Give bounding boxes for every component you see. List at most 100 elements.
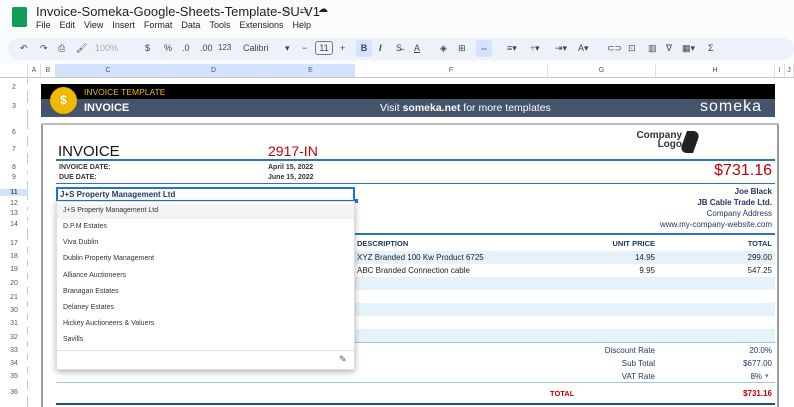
column-header-c[interactable]: C — [56, 64, 161, 78]
invoice-number[interactable]: 2917-IN — [268, 143, 318, 159]
row-header[interactable]: 33 — [0, 347, 28, 354]
row-header[interactable]: 14 — [0, 221, 28, 228]
percent-button[interactable]: % — [164, 43, 172, 53]
chart-icon[interactable]: ▥ — [648, 43, 657, 54]
row-header[interactable]: 31 — [0, 320, 28, 327]
menu-edit[interactable]: Edit — [60, 20, 76, 30]
item-total[interactable]: 299.00 — [680, 253, 772, 262]
text-wrap-icon[interactable]: ⇥▾ — [555, 43, 567, 54]
column-header-b[interactable]: B — [41, 64, 56, 78]
column-header-j[interactable]: J — [785, 64, 794, 78]
discount-rate-value[interactable]: 20.0% — [680, 346, 772, 355]
redo-icon[interactable]: ↷ — [40, 43, 48, 54]
strikethrough-icon[interactable]: S̶ — [396, 43, 402, 53]
sheets-logo-icon[interactable] — [12, 7, 27, 27]
select-all-corner[interactable] — [0, 64, 28, 78]
contact-website[interactable]: www.my-company-website.com — [600, 220, 772, 229]
column-header-a[interactable]: A — [28, 64, 41, 78]
row-header[interactable]: 18 — [0, 253, 28, 260]
menu-format[interactable]: Format — [144, 20, 173, 30]
row-header[interactable]: 36 — [0, 389, 28, 396]
cloud-status-icon[interactable]: ☁ — [318, 4, 328, 15]
column-header-e[interactable]: E — [267, 64, 355, 78]
dropdown-option[interactable]: Savills — [63, 336, 83, 343]
chevron-down-icon[interactable]: ▾ — [765, 372, 769, 380]
fill-color-icon[interactable]: ◈ — [440, 43, 447, 54]
dropdown-option[interactable]: D.P.M Estates — [63, 223, 107, 230]
increase-decimal-button[interactable]: .00 — [200, 43, 213, 53]
item-unit-price[interactable]: 9.95 — [560, 266, 655, 275]
text-rotation-icon[interactable]: A▾ — [578, 43, 589, 54]
borders-icon[interactable]: ⊞ — [458, 43, 466, 54]
item-description[interactable]: XYZ Branded 100 Kw Product 6725 — [357, 253, 484, 262]
edit-pencil-icon[interactable]: ✎ — [339, 354, 347, 365]
dropdown-option[interactable]: Dublin Property Management — [63, 255, 154, 262]
row-header[interactable]: 32 — [0, 334, 28, 341]
decrease-decimal-button[interactable]: .0 — [182, 43, 190, 53]
text-color-icon[interactable]: A — [414, 43, 420, 53]
column-header-g[interactable]: G — [548, 64, 656, 78]
menu-view[interactable]: View — [84, 20, 103, 30]
menu-insert[interactable]: Insert — [112, 20, 135, 30]
functions-button[interactable]: Σ — [708, 43, 714, 53]
column-header-h[interactable]: H — [656, 64, 775, 78]
menu-extensions[interactable]: Extensions — [239, 20, 283, 30]
column-header-i[interactable]: I — [775, 64, 785, 78]
menu-tools[interactable]: Tools — [209, 20, 230, 30]
due-date-value[interactable]: June 15, 2022 — [268, 174, 314, 181]
move-folder-icon[interactable]: ▭ — [300, 5, 309, 16]
menu-help[interactable]: Help — [292, 20, 311, 30]
comment-icon[interactable]: ⊡ — [628, 43, 636, 54]
vat-rate-select[interactable]: 8% — [680, 372, 762, 381]
row-header[interactable]: 3 — [0, 103, 28, 110]
row-header[interactable]: 21 — [0, 294, 28, 301]
row-header[interactable]: 13 — [0, 210, 28, 217]
paint-format-icon[interactable]: 🖌 — [76, 43, 87, 54]
row-header[interactable]: 20 — [0, 280, 28, 287]
bold-button[interactable]: B — [356, 40, 372, 57]
row-header[interactable]: 35 — [0, 373, 28, 380]
row-header[interactable]: 6 — [0, 129, 28, 136]
print-icon[interactable]: ⎙ — [58, 43, 65, 54]
undo-icon[interactable]: ↶ — [20, 43, 28, 54]
item-total[interactable]: 547.25 — [680, 266, 772, 275]
row-header[interactable]: 17 — [0, 240, 28, 247]
invoice-date-value[interactable]: April 15, 2022 — [268, 164, 313, 171]
row-header[interactable]: 12 — [0, 200, 28, 207]
menu-data[interactable]: Data — [181, 20, 200, 30]
column-header-d[interactable]: D — [161, 64, 267, 78]
zoom-select[interactable]: 100% — [95, 43, 118, 53]
row-header[interactable]: 34 — [0, 360, 28, 367]
decrease-font-size-button[interactable]: − — [302, 43, 307, 53]
column-header-f[interactable]: F — [355, 64, 548, 78]
link-icon[interactable]: ⊂⊃ — [607, 43, 622, 54]
filter-views-icon[interactable]: ▦▾ — [682, 43, 695, 54]
dropdown-option[interactable]: Delaney Estates — [63, 304, 114, 311]
document-title[interactable]: Invoice-Someka-Google-Sheets-Template-SU… — [36, 4, 320, 19]
italic-button[interactable]: I — [379, 43, 382, 53]
star-icon[interactable]: ☆ — [282, 4, 292, 17]
row-header[interactable]: 8 — [0, 164, 28, 171]
font-select[interactable]: Calibri — [243, 43, 269, 53]
someka-link[interactable]: someka.net — [403, 102, 461, 114]
row-header[interactable]: 7 — [0, 146, 28, 153]
dropdown-option[interactable]: Viva Dublin — [63, 239, 98, 246]
menu-file[interactable]: File — [36, 20, 51, 30]
dropdown-option[interactable]: Hickey Auctioneers & Valuers — [63, 320, 154, 327]
align-vertical-icon[interactable]: ÷▾ — [530, 43, 539, 54]
item-description[interactable]: ABC Branded Connection cable — [357, 266, 470, 275]
row-header[interactable]: 2 — [0, 84, 28, 91]
dropdown-option[interactable]: Branagan Estates — [63, 288, 119, 295]
client-name-input[interactable]: J+S Property Management Ltd — [56, 187, 355, 202]
item-unit-price[interactable]: 14.95 — [560, 253, 655, 262]
row-header[interactable]: 19 — [0, 266, 28, 273]
font-size-input[interactable]: 11 — [315, 41, 333, 55]
row-header-selected[interactable]: 11 — [0, 189, 28, 196]
currency-button[interactable]: $ — [145, 43, 150, 53]
row-header[interactable]: 30 — [0, 307, 28, 314]
dropdown-option[interactable]: Alliance Auctioneers — [63, 272, 126, 279]
merge-cells-icon[interactable]: ⇔ — [476, 40, 492, 57]
row-header[interactable]: 9 — [0, 174, 28, 181]
dropdown-option[interactable]: J+S Property Management Ltd — [63, 207, 158, 214]
increase-font-size-button[interactable]: + — [340, 43, 345, 53]
